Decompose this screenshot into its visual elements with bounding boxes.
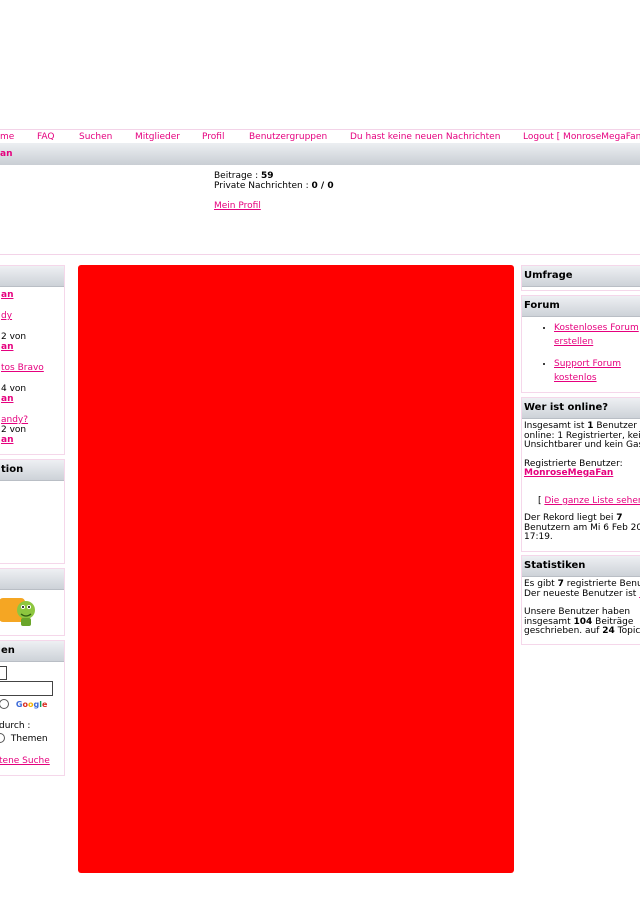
box-header: tion (0, 460, 64, 481)
recent-post-meta: 4 von (1, 384, 27, 394)
who-is-online-box: Wer ist online? Insgesamt ist 1 Benutzer… (521, 397, 640, 552)
recent-post-link[interactable]: dy (1, 311, 62, 321)
posts-count: Beitrage : 59 (214, 171, 274, 181)
forum-box: Forum Kostenloses Forum erstellen Suppor… (521, 295, 640, 393)
forum-header: Forum (522, 296, 640, 317)
statistics-header: Statistiken (522, 556, 640, 577)
recent-post-author-link[interactable]: an (1, 394, 62, 404)
google-logo: Google (15, 699, 48, 709)
nav-profile-link[interactable]: Profil (202, 132, 224, 142)
nav-search-link[interactable]: Suchen (79, 132, 112, 142)
list-item: Support Forum kostenlos (554, 357, 640, 385)
box-header (0, 266, 64, 287)
left-banner-box (0, 568, 65, 636)
nav-usergroups-link[interactable]: Benutzergruppen (249, 132, 327, 142)
advanced-search-link[interactable]: tene Suche (0, 756, 50, 766)
private-messages-count: Private Nachrichten : 0 / 0 (214, 181, 334, 191)
nav-home-link[interactable]: me (0, 132, 14, 142)
recent-post-author-link[interactable]: an (1, 435, 62, 445)
poll-box: Umfrage (521, 265, 640, 291)
mascot-banner-icon[interactable] (0, 594, 35, 630)
search-input[interactable] (0, 666, 7, 680)
left-navigation-box: tion (0, 459, 65, 564)
google-radio[interactable] (0, 699, 9, 709)
main-content-block (78, 265, 514, 873)
free-forum-link[interactable]: Kostenloses Forum (554, 323, 639, 333)
nav-faq-link[interactable]: FAQ (37, 132, 54, 142)
google-search-input[interactable] (0, 681, 53, 696)
nav-logout-link[interactable]: Logout [ MonroseMegaFan (523, 132, 640, 142)
box-header: en (0, 641, 64, 662)
online-body: Insgesamt ist 1 Benutzer online: 1 Regis… (522, 419, 640, 546)
left-search-box: en Google durch : Themen tene Suche (0, 640, 65, 776)
user-info: Beitrage : 59 Private Nachrichten : 0 / … (214, 171, 514, 211)
left-recent-posts-box: an dy 2 von an tos Bravo 4 von an andy? … (0, 265, 65, 455)
online-header: Wer ist online? (522, 398, 640, 419)
user-title-bar: an (0, 143, 640, 165)
box-body: an dy 2 von an tos Bravo 4 von an andy? … (0, 287, 64, 448)
support-forum-link[interactable]: Support Forum (554, 359, 621, 369)
recent-post-author-link[interactable]: an (1, 342, 62, 352)
divider (0, 254, 640, 255)
recent-post-link[interactable]: andy? (1, 415, 62, 425)
topics-radio[interactable] (0, 733, 5, 743)
nav-members-link[interactable]: Mitglieder (135, 132, 180, 142)
topics-label: Themen (10, 733, 48, 744)
my-profile-link[interactable]: Mein Profil (214, 201, 261, 211)
poll-header: Umfrage (522, 266, 640, 287)
forum-links-list: Kostenloses Forum erstellen Support Foru… (522, 321, 640, 385)
title-bar-username[interactable]: an (0, 149, 12, 159)
top-navigation: me FAQ Suchen Mitglieder Profil Benutzer… (0, 129, 640, 144)
nav-messages-link[interactable]: Du hast keine neuen Nachrichten (350, 132, 500, 142)
recent-post-meta: 2 von (1, 332, 27, 342)
recent-post-author-link[interactable]: an (1, 290, 62, 300)
statistics-body: Es gibt 7 registrierte Benut Der neueste… (522, 577, 640, 640)
full-list-link[interactable]: Die ganze Liste sehen (544, 496, 640, 506)
recent-post-meta: 2 von (1, 425, 27, 435)
statistics-box: Statistiken Es gibt 7 registrierte Benut… (521, 555, 640, 645)
box-header (0, 569, 64, 590)
support-forum-link-cont[interactable]: kostenlos (554, 373, 597, 383)
online-user-link[interactable]: MonroseMegaFan (524, 468, 640, 479)
list-item: Kostenloses Forum erstellen (554, 321, 640, 349)
free-forum-link-cont[interactable]: erstellen (554, 337, 593, 347)
search-in-label: durch : (0, 721, 31, 731)
recent-post-link[interactable]: tos Bravo (1, 363, 62, 373)
